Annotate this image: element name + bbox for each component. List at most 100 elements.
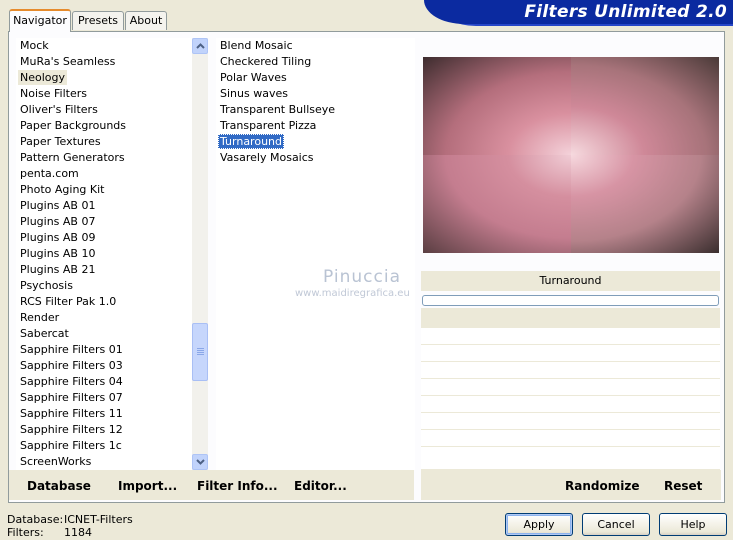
parameter-row <box>421 447 720 470</box>
filter-item[interactable]: Polar Waves <box>216 70 415 86</box>
editor-button[interactable]: Editor... <box>294 479 347 493</box>
scroll-up-button[interactable] <box>192 38 208 54</box>
category-item[interactable]: Sabercat <box>16 326 192 342</box>
help-button[interactable]: Help <box>659 513 727 536</box>
category-item[interactable]: Plugins AB 09 <box>16 230 192 246</box>
list-item-label: penta.com <box>20 167 79 180</box>
list-item-label: MuRa's Seamless <box>20 55 116 68</box>
parameter-row <box>421 379 720 396</box>
category-item[interactable]: Noise Filters <box>16 86 192 102</box>
category-item[interactable]: Plugins AB 21 <box>16 262 192 278</box>
category-item[interactable]: Sapphire Filters 01 <box>16 342 192 358</box>
category-item[interactable]: MuRa's Seamless <box>16 54 192 70</box>
parameter-row <box>421 396 720 413</box>
category-item[interactable]: Plugins AB 10 <box>16 246 192 262</box>
category-item[interactable]: Photo Aging Kit <box>16 182 192 198</box>
category-item[interactable]: Paper Backgrounds <box>16 118 192 134</box>
list-item-label: Sapphire Filters 11 <box>20 407 123 420</box>
category-item[interactable]: Psychosis <box>16 278 192 294</box>
list-item-label: Plugins AB 09 <box>20 231 96 244</box>
list-item-label: Sapphire Filters 12 <box>20 423 123 436</box>
filter-list[interactable]: Blend Mosaic Checkered Tiling Polar Waves S… <box>216 38 415 470</box>
category-item[interactable]: penta.com <box>16 166 192 182</box>
database-value: ICNET-Filters <box>64 513 133 526</box>
list-item-label: Turnaround <box>218 134 284 149</box>
tab-navigator[interactable]: Navigator <box>9 9 71 32</box>
app-title-banner: Filters Unlimited 2.0 <box>424 0 733 24</box>
category-item[interactable]: Mock <box>16 38 192 54</box>
list-item-label: Transparent Bullseye <box>220 103 336 116</box>
filters-count-label: Filters: <box>7 526 44 539</box>
list-item-label: Blend Mosaic <box>220 39 293 52</box>
preview-toolbar: Randomize Reset <box>421 470 721 500</box>
category-item[interactable]: Sapphire Filters 04 <box>16 374 192 390</box>
filter-item[interactable]: Checkered Tiling <box>216 54 415 70</box>
list-item-label: Sapphire Filters 01 <box>20 343 123 356</box>
category-item[interactable]: Oliver's Filters <box>16 102 192 118</box>
watermark-site: www.maidiregrafica.eu <box>295 288 410 299</box>
list-item-label: Plugins AB 07 <box>20 215 96 228</box>
list-item-label: Plugins AB 10 <box>20 247 96 260</box>
progress-bar <box>422 295 719 306</box>
filter-info-button[interactable]: Filter Info... <box>197 479 278 493</box>
category-item[interactable]: Sapphire Filters 03 <box>16 358 192 374</box>
list-item-label: Pattern Generators <box>20 151 125 164</box>
list-item-label: Sapphire Filters 04 <box>20 375 123 388</box>
category-item[interactable]: Paper Textures <box>16 134 192 150</box>
tab-navigator-label: Navigator <box>13 14 67 27</box>
scroll-thumb[interactable] <box>192 323 208 381</box>
category-item[interactable]: RCS Filter Pak 1.0 <box>16 294 192 310</box>
database-button[interactable]: Database <box>27 479 91 493</box>
parameter-area-header <box>421 308 720 328</box>
list-item-label: Plugins AB 01 <box>20 199 96 212</box>
category-item[interactable]: Sapphire Filters 07 <box>16 390 192 406</box>
filter-item[interactable]: Blend Mosaic <box>216 38 415 54</box>
category-item[interactable]: ScreenWorks <box>16 454 192 470</box>
category-item[interactable]: Neology <box>16 70 192 86</box>
category-item[interactable]: Plugins AB 01 <box>16 198 192 214</box>
scroll-down-button[interactable] <box>192 454 208 470</box>
category-item[interactable]: Sapphire Filters 1c <box>16 438 192 454</box>
tab-presets[interactable]: Presets <box>72 11 124 30</box>
category-item[interactable]: Sapphire Filters 11 <box>16 406 192 422</box>
chevron-up-icon <box>195 43 205 49</box>
current-filter-name: Turnaround <box>421 271 720 291</box>
watermark-name: Pinuccia <box>323 267 401 287</box>
import-button[interactable]: Import... <box>118 479 177 493</box>
category-scrollbar[interactable] <box>192 38 208 470</box>
filter-item[interactable]: Turnaround <box>216 134 415 150</box>
category-list[interactable]: Mock MuRa's Seamless Neology Noise Filters O… <box>16 38 192 470</box>
filter-item[interactable]: Vasarely Mosaics <box>216 150 415 166</box>
list-item-label: ScreenWorks <box>20 455 92 468</box>
app-title: Filters Unlimited 2.0 <box>524 2 727 22</box>
category-item[interactable]: Sapphire Filters 12 <box>16 422 192 438</box>
randomize-button[interactable]: Randomize <box>565 479 639 493</box>
apply-button[interactable]: Apply <box>505 513 573 536</box>
list-item-label: Psychosis <box>20 279 73 292</box>
list-item-label: Oliver's Filters <box>20 103 98 116</box>
parameter-row <box>421 328 720 345</box>
filter-item[interactable]: Transparent Pizza <box>216 118 415 134</box>
category-item[interactable]: Pattern Generators <box>16 150 192 166</box>
list-item-label: RCS Filter Pak 1.0 <box>20 295 117 308</box>
parameter-row <box>421 413 720 430</box>
list-item-label: Plugins AB 21 <box>20 263 96 276</box>
cancel-button[interactable]: Cancel <box>582 513 650 536</box>
parameter-row <box>421 430 720 447</box>
filter-item[interactable]: Sinus waves <box>216 86 415 102</box>
reset-button[interactable]: Reset <box>664 479 702 493</box>
list-item-label: Sapphire Filters 03 <box>20 359 123 372</box>
category-item[interactable]: Render <box>16 310 192 326</box>
tab-about[interactable]: About <box>125 11 167 30</box>
list-item-label: Sinus waves <box>220 87 288 100</box>
list-toolbar: Database Import... Filter Info... Editor… <box>9 470 414 500</box>
list-item-label: Checkered Tiling <box>220 55 312 68</box>
list-item-label: Noise Filters <box>20 87 87 100</box>
list-item-label: Polar Waves <box>220 71 287 84</box>
list-item-label: Render <box>20 311 60 324</box>
list-item-label: Photo Aging Kit <box>20 183 105 196</box>
category-item[interactable]: Plugins AB 07 <box>16 214 192 230</box>
filter-item[interactable]: Transparent Bullseye <box>216 102 415 118</box>
database-label: Database: <box>7 513 64 526</box>
list-item-label: Vasarely Mosaics <box>220 151 314 164</box>
